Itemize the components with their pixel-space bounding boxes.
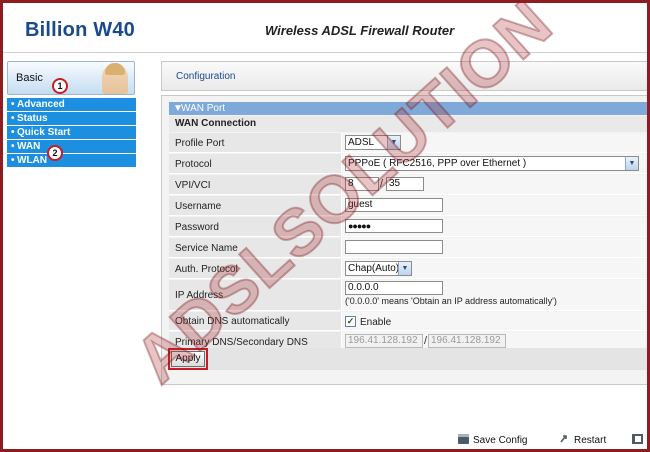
field-label: Profile Port	[175, 138, 225, 149]
protocol-select[interactable]: PPPoE ( RFC2516, PPP over Ethernet ) ▼	[345, 156, 639, 171]
sidebar-item-label: WLAN	[17, 155, 47, 166]
field-label: Protocol	[175, 159, 212, 170]
step-badge-1: 1	[52, 78, 68, 94]
basic-label: Basic	[16, 72, 43, 84]
primary-dns-input[interactable]: 196.41.128.192	[345, 334, 423, 348]
checkbox-label: Enable	[360, 317, 392, 328]
tab-bar: Configuration	[161, 61, 647, 91]
sidebar-item-label: Quick Start	[17, 127, 71, 138]
profile-port-select[interactable]: ADSL ▼	[345, 135, 401, 150]
field-label: VPI/VCI	[175, 180, 211, 191]
restart-label: Restart	[574, 435, 607, 446]
restart-icon-graphic	[560, 435, 567, 443]
field-label: Auth. Protocol	[175, 264, 238, 275]
tab-configuration[interactable]: Configuration	[176, 71, 235, 82]
basic-mode-button[interactable]: Basic	[7, 61, 135, 95]
auth-protocol-select[interactable]: Chap(Auto) ▼	[345, 261, 412, 276]
group-title: WAN Connection	[169, 116, 647, 132]
row-ip-address: IP Address 0.0.0.0 ('0.0.0.0' means 'Obt…	[169, 280, 647, 311]
apply-button[interactable]: Apply	[168, 348, 208, 370]
wan-config-panel: ▼WAN Port WAN Connection Profile Port AD…	[161, 95, 647, 385]
field-value-cell: 8 / 35	[341, 175, 647, 194]
header: Billion W40 Wireless ADSL Firewall Route…	[3, 3, 647, 53]
bottom-toolbar: Save Config Restart	[3, 427, 647, 449]
row-obtain-dns: Obtain DNS automatically ✓ Enable	[169, 312, 647, 331]
step-badge-2: 2	[47, 145, 63, 161]
app-window: Billion W40 Wireless ADSL Firewall Route…	[0, 0, 650, 452]
sidebar-item-status[interactable]: • Status	[7, 112, 136, 125]
person-icon	[102, 63, 128, 94]
sidebar-item-wlan[interactable]: • WLAN	[7, 154, 136, 167]
chevron-down-icon: ▼	[398, 262, 411, 275]
router-title: Wireless ADSL Firewall Router	[265, 23, 455, 38]
sidebar-menu: • Advanced • Status • Quick Start • WAN • WLA…	[7, 98, 136, 168]
field-label: Primary DNS/Secondary DNS	[175, 337, 308, 348]
ip-address-hint: ('0.0.0.0' means 'Obtain an IP address a…	[345, 296, 557, 306]
password-input[interactable]: ●●●●●	[345, 219, 443, 233]
select-value: ADSL	[348, 137, 375, 148]
sidebar-item-label: WAN	[17, 141, 41, 152]
secondary-dns-input[interactable]: 196.41.128.192	[428, 334, 506, 348]
vci-input[interactable]: 35	[386, 177, 424, 191]
chevron-down-icon: ▼	[625, 157, 638, 170]
row-profile-port: Profile Port ADSL ▼	[169, 133, 647, 153]
field-value-cell: Chap(Auto) ▼	[341, 259, 647, 278]
dns-separator: /	[424, 335, 428, 347]
field-value-cell: guest	[341, 196, 647, 215]
row-vpi-vci: VPI/VCI 8 / 35	[169, 175, 647, 195]
field-value-cell: ✓ Enable	[341, 312, 647, 330]
section-title: WAN Port	[181, 103, 226, 114]
service-name-input[interactable]	[345, 240, 443, 254]
sidebar-item-label: Status	[17, 113, 48, 124]
sidebar-item-quick-start[interactable]: • Quick Start	[7, 126, 136, 139]
collapse-triangle-icon: ▼	[173, 103, 183, 114]
row-username: Username guest	[169, 196, 647, 216]
select-value: Chap(Auto)	[348, 263, 400, 274]
vpi-input[interactable]: 8	[345, 177, 379, 191]
restart-icon	[559, 434, 570, 444]
field-label: Service Name	[175, 243, 238, 254]
logout-button[interactable]	[632, 434, 647, 446]
chevron-down-icon: ▼	[387, 136, 400, 149]
field-value-cell	[341, 238, 647, 257]
row-password: Password ●●●●●	[169, 217, 647, 237]
field-label: Password	[175, 222, 219, 233]
sidebar-item-label: Advanced	[17, 99, 65, 110]
sidebar-item-wan[interactable]: • WAN	[7, 140, 136, 153]
field-label: Username	[175, 201, 222, 212]
brand-logo: Billion W40	[25, 19, 135, 41]
sidebar-item-advanced[interactable]: • Advanced	[7, 98, 136, 111]
section-header[interactable]: ▼WAN Port	[169, 102, 647, 115]
field-value-cell: ADSL ▼	[341, 133, 647, 152]
save-config-button[interactable]: Save Config	[458, 434, 527, 446]
row-service-name: Service Name	[169, 238, 647, 258]
username-input[interactable]: guest	[345, 198, 443, 212]
field-label: IP Address	[175, 290, 224, 301]
save-config-label: Save Config	[473, 435, 528, 446]
field-value-cell: 0.0.0.0 ('0.0.0.0' means 'Obtain an IP a…	[341, 280, 647, 310]
obtain-dns-checkbox[interactable]: ✓	[345, 316, 356, 327]
field-value-cell: ●●●●●	[341, 217, 647, 236]
form-footer	[169, 348, 647, 370]
row-auth-protocol: Auth. Protocol Chap(Auto) ▼	[169, 259, 647, 279]
save-icon	[458, 434, 469, 444]
field-label: Obtain DNS automatically	[175, 316, 290, 327]
vpi-vci-separator: /	[380, 178, 384, 190]
restart-button[interactable]: Restart	[559, 434, 606, 446]
field-value-cell: PPPoE ( RFC2516, PPP over Ethernet ) ▼	[341, 154, 647, 173]
ip-address-input[interactable]: 0.0.0.0	[345, 281, 443, 295]
select-value: PPPoE ( RFC2516, PPP over Ethernet )	[348, 158, 527, 169]
row-protocol: Protocol PPPoE ( RFC2516, PPP over Ether…	[169, 154, 647, 174]
logout-icon	[632, 434, 643, 444]
